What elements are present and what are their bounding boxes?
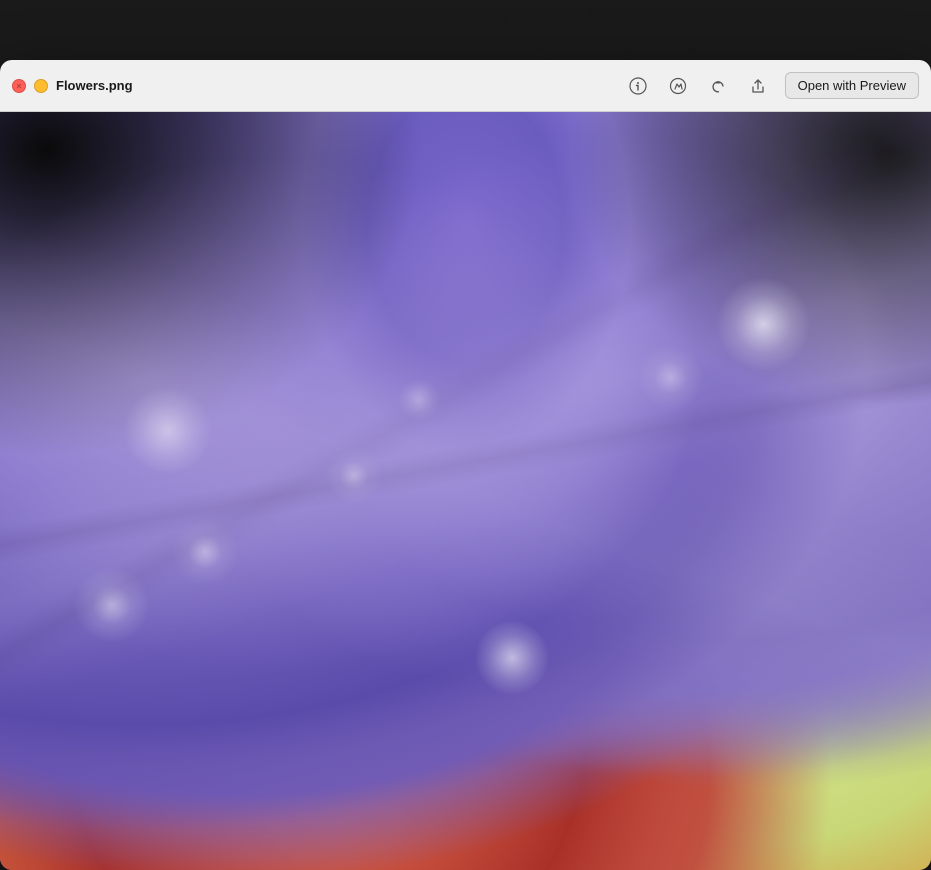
markup-button[interactable] bbox=[667, 75, 689, 97]
titlebar: Flowers.png bbox=[0, 60, 931, 112]
tooltip-rotate: 回転 bbox=[588, 4, 614, 23]
minimize-button[interactable] bbox=[34, 79, 48, 93]
rotate-button[interactable] bbox=[707, 75, 729, 97]
flower-image bbox=[0, 112, 931, 870]
traffic-lights bbox=[12, 79, 48, 93]
open-with-preview-button[interactable]: Open with Preview bbox=[785, 72, 919, 99]
share-button[interactable] bbox=[747, 75, 769, 97]
close-button[interactable] bbox=[12, 79, 26, 93]
info-button[interactable] bbox=[627, 75, 649, 97]
tooltip-markup: マークアップ bbox=[430, 12, 508, 31]
file-title: Flowers.png bbox=[56, 78, 619, 93]
image-area bbox=[0, 112, 931, 870]
tooltip-share: 共有 bbox=[650, 12, 676, 31]
quick-look-window: Flowers.png bbox=[0, 60, 931, 870]
toolbar-icons bbox=[627, 75, 769, 97]
